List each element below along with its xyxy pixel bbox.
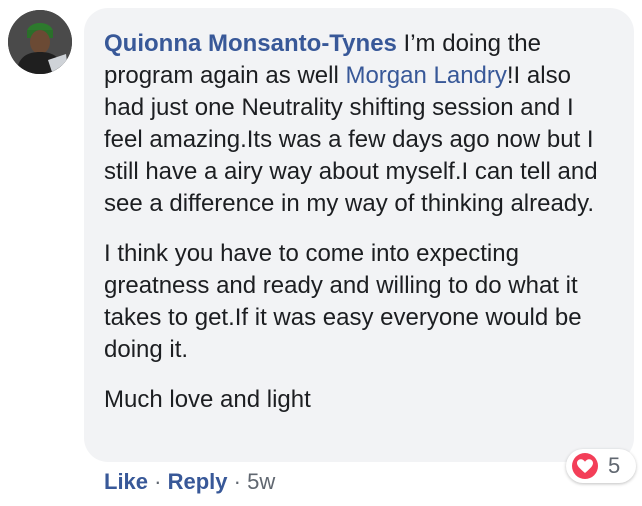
comment-timestamp[interactable]: 5w [247, 469, 275, 494]
like-button[interactable]: Like [104, 469, 148, 494]
heart-icon [572, 453, 598, 479]
comment-text: Quionna Monsanto-Tynes I’m doing the pro… [104, 28, 610, 434]
avatar-image [8, 10, 72, 74]
comment-paragraph-1: Quionna Monsanto-Tynes I’m doing the pro… [104, 28, 610, 220]
reaction-count: 5 [608, 453, 621, 478]
comment-actions: Like · Reply · 5w [104, 467, 275, 497]
reaction-summary[interactable]: 5 [566, 449, 636, 483]
action-separator: · [154, 469, 162, 494]
comment-paragraph-3: Much love and light [104, 386, 311, 413]
action-separator: · [233, 469, 241, 494]
mention-link[interactable]: Morgan Landry [345, 62, 506, 89]
reply-button[interactable]: Reply [168, 469, 228, 494]
avatar[interactable] [8, 10, 72, 74]
comment-paragraph-2: I think you have to come into expecting … [104, 240, 582, 363]
author-name[interactable]: Quionna Monsanto-Tynes [104, 30, 397, 57]
